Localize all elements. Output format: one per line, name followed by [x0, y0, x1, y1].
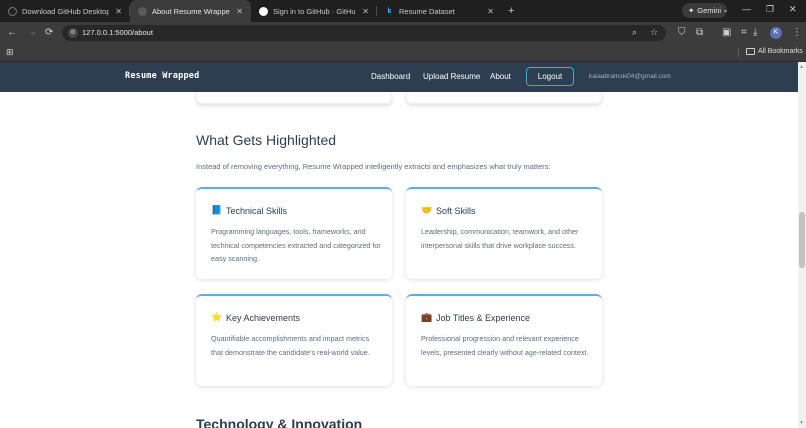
github-desktop-favicon-icon	[8, 6, 17, 16]
section-intro: Instead of removing everything, Resume W…	[196, 162, 551, 171]
bookmarks-divider	[738, 48, 739, 58]
scrollbar-thumb[interactable]	[799, 212, 805, 268]
globe-icon	[138, 6, 147, 16]
handshake-icon: 🤝	[421, 205, 433, 215]
apps-grid-icon[interactable]: ⊞	[6, 47, 14, 58]
menu-kebab-icon[interactable]: ⋮	[792, 26, 802, 40]
profile-avatar[interactable]: K	[770, 27, 782, 39]
browser-tab[interactable]: Download GitHub Desktop | Gi ✕	[0, 0, 130, 22]
url-text[interactable]: 127.0.0.1:5000/about	[82, 28, 153, 38]
gemini-button[interactable]: ✦ Gemini	[682, 3, 728, 18]
sparkle-icon: ✦	[688, 6, 695, 15]
github-icon	[259, 6, 268, 16]
browser-tab-strip: Download GitHub Desktop | Gi ✕ About Res…	[0, 0, 806, 22]
next-section-title: Technology & Innovation	[196, 416, 363, 428]
card-title: Technical Skills	[226, 205, 288, 216]
site-info-icon[interactable]: ⚙	[68, 28, 78, 38]
tab-title: Resume Dataset	[399, 6, 455, 16]
page-viewport: Resume Wrapped Dashboard Upload Resume A…	[0, 62, 798, 428]
all-bookmarks-button[interactable]: All Bookmarks	[746, 48, 803, 55]
browser-toolbar: ← → ⟳ ⚙ 127.0.0.1:5000/about ⌕ ☆ ⛉ ⧉ ▣ ⌗…	[0, 22, 806, 44]
bookmarks-bar: ⊞ All Bookmarks	[0, 44, 806, 62]
restore-icon[interactable]: ❐	[766, 4, 774, 15]
logout-button[interactable]: Logout	[526, 67, 574, 86]
tab-title: Sign in to GitHub · GitHub	[273, 6, 357, 16]
all-bookmarks-label: All Bookmarks	[758, 48, 803, 55]
download-icon[interactable]: ⤓	[753, 26, 757, 40]
tab-search-icon[interactable]: ⌄	[722, 5, 729, 14]
scroll-up-arrow-icon[interactable]: ▲	[799, 64, 804, 70]
nav-link-about[interactable]: About	[490, 72, 511, 81]
close-tab-icon[interactable]: ✕	[487, 7, 494, 16]
page-scrollbar[interactable]: ▲ ▼	[798, 62, 806, 428]
forward-icon[interactable]: →	[27, 26, 37, 40]
card-title: Job Titles & Experience	[436, 312, 531, 323]
sidebar-icon[interactable]: ▣	[722, 26, 731, 40]
feature-card-key-achievements: ⭐ Key Achievements Quantifiable accompli…	[196, 294, 392, 386]
folder-icon	[746, 48, 755, 55]
feature-card-job-titles: 💼 Job Titles & Experience Professional p…	[406, 294, 602, 386]
browser-tab-active[interactable]: About Resume Wrapped - Fair ✕	[130, 0, 251, 22]
close-tab-icon[interactable]: ✕	[362, 7, 369, 16]
address-bar[interactable]: ⚙ 127.0.0.1:5000/about ⌕ ☆	[62, 25, 666, 41]
browser-tab[interactable]: Sign in to GitHub · GitHub ✕	[251, 0, 377, 22]
feature-card-technical-skills: 📘 Technical Skills Programming languages…	[196, 187, 392, 279]
card-description: Quantifiable accomplishments and impact …	[211, 334, 370, 357]
tab-title: Download GitHub Desktop | Gi	[22, 6, 110, 16]
browser-tab[interactable]: k Resume Dataset ✕	[377, 0, 502, 22]
reload-icon[interactable]: ⟳	[45, 26, 53, 40]
books-icon: 📘	[211, 205, 223, 215]
back-icon[interactable]: ←	[7, 26, 17, 40]
gemini-label: Gemini	[697, 6, 722, 15]
section-title: What Gets Highlighted	[196, 132, 337, 148]
card-title: Soft Skills	[436, 205, 476, 216]
extensions-icon[interactable]: ⧉	[696, 26, 703, 40]
card-description: Leadership, communication, teamwork, and…	[421, 227, 579, 250]
kaggle-icon: k	[387, 7, 392, 15]
scroll-down-arrow-icon[interactable]: ▼	[799, 420, 804, 426]
previous-card-bottom	[406, 92, 602, 104]
briefcase-icon: 💼	[421, 312, 433, 322]
feature-card-soft-skills: 🤝 Soft Skills Leadership, communication,…	[406, 187, 602, 279]
minimize-icon[interactable]: —	[742, 4, 751, 14]
shield-icon[interactable]: ⛉	[678, 26, 686, 40]
cast-icon[interactable]: ⌗	[741, 26, 747, 40]
close-window-icon[interactable]: ✕	[789, 4, 797, 15]
site-navbar: Resume Wrapped Dashboard Upload Resume A…	[0, 62, 798, 92]
card-description: Professional progression and relevant ex…	[421, 334, 589, 357]
card-title: Key Achievements	[226, 312, 301, 323]
tab-title: About Resume Wrapped - Fair	[152, 6, 230, 16]
site-brand[interactable]: Resume Wrapped	[125, 71, 199, 81]
close-tab-icon[interactable]: ✕	[115, 7, 122, 16]
previous-card-bottom	[196, 92, 392, 104]
new-tab-button[interactable]: +	[502, 0, 520, 22]
user-email: kaiaabramski04@gmail.com	[589, 73, 671, 80]
card-description: Programming languages, tools, frameworks…	[211, 227, 381, 263]
close-tab-icon[interactable]: ✕	[236, 7, 243, 16]
zoom-search-icon[interactable]: ⌕	[632, 27, 637, 38]
nav-link-upload-resume[interactable]: Upload Resume	[423, 72, 480, 81]
star-icon: ⭐	[211, 312, 223, 322]
nav-link-dashboard[interactable]: Dashboard	[371, 72, 410, 81]
bookmark-star-icon[interactable]: ☆	[650, 27, 658, 38]
